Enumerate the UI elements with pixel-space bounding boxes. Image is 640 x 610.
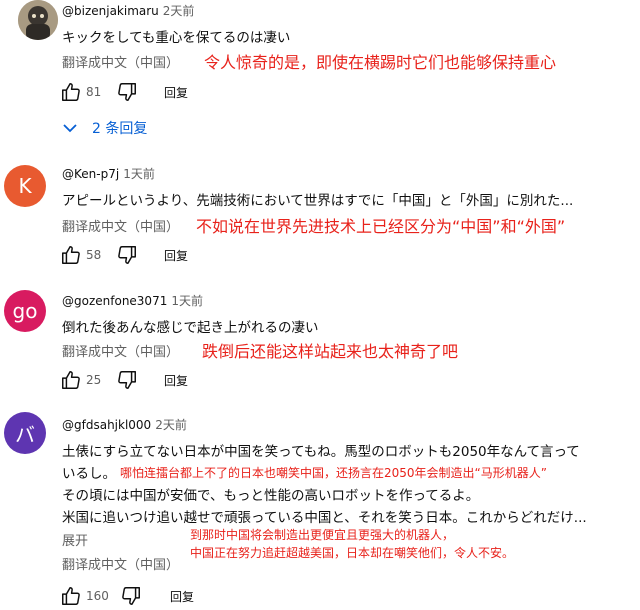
thumbs-up-icon: [62, 83, 80, 101]
like-count: 160: [86, 589, 109, 603]
author-handle[interactable]: @gozenfone3071: [62, 294, 167, 308]
thumbs-down-icon: [118, 246, 136, 264]
translation-annotation-line-1: 到那时中国将会制造出更便宜且更强大的机器人，: [190, 528, 455, 542]
comment-text-line-2: いるし。: [62, 466, 116, 482]
comment-text: 倒れた後あんな感じで起き上がれるの凄い: [62, 320, 319, 336]
reply-button[interactable]: 回复: [164, 247, 188, 264]
translation-annotation-inline: 哪怕连擂台都上不了的日本也嘲笑中国，还扬言在2050年会制造出“马形机器人”: [120, 466, 547, 480]
like-count: 25: [86, 373, 102, 387]
translate-button[interactable]: 翻译成中文（中国）: [62, 52, 179, 71]
comment-text: アピールというより、先端技術において世界はすでに「中国」と「外国」に別れた...: [62, 193, 574, 209]
avatar-image: [18, 0, 58, 40]
comment-actions: 160 回复: [58, 584, 358, 608]
replies-label: 2 条回复: [92, 121, 148, 137]
comment-time[interactable]: 1天前: [171, 294, 203, 308]
thumbs-up-icon: [62, 246, 80, 264]
chevron-down-icon: [63, 124, 77, 133]
avatar[interactable]: バ: [4, 412, 46, 454]
comment-time[interactable]: 1天前: [123, 167, 155, 181]
dislike-button[interactable]: [114, 80, 140, 104]
comment-time[interactable]: 2天前: [155, 418, 187, 432]
like-button[interactable]: [58, 584, 84, 608]
comment-text-line-4: 米国に追いつけ追い越せで頑張っている中国と、それを笑う日本。これからどれだけ..…: [62, 510, 587, 526]
dislike-button[interactable]: [114, 243, 140, 267]
comment-author: @Ken-p7j 1天前: [62, 165, 155, 182]
translate-button[interactable]: 翻译成中文（中国）: [62, 341, 179, 360]
comment-author: @bizenjakimaru 2天前: [62, 2, 194, 19]
like-button[interactable]: [58, 80, 84, 104]
thumbs-down-icon: [122, 587, 140, 605]
translation-annotation: 令人惊奇的是，即使在横踢时它们也能够保持重心: [204, 53, 557, 72]
comment-text: キックをしても重心を保てるのは凄い: [62, 30, 291, 46]
view-replies-button[interactable]: 2 条回复: [62, 118, 147, 138]
translation-annotation: 跌倒后还能这样站起来也太神奇了吧: [202, 342, 459, 361]
translate-button[interactable]: 翻译成中文（中国）: [62, 216, 179, 235]
comment-actions: 58 回复: [58, 243, 358, 267]
avatar[interactable]: go: [4, 290, 46, 332]
comment-actions: 25 回复: [58, 368, 358, 392]
like-count: 58: [86, 248, 102, 262]
translation-annotation-line-2: 中国正在努力追赶超越美国，日本却在嘲笑他们，令人不安。: [190, 546, 515, 560]
translation-annotation: 不如说在世界先进技术上已经区分为“中国”和“外国”: [196, 217, 566, 236]
like-button[interactable]: [58, 243, 84, 267]
comment-text-line-1: 土俵にすら立てない日本が中国を笑ってもね。馬型のロボットも2050年なんて言って: [62, 444, 580, 460]
thumbs-up-icon: [62, 371, 80, 389]
author-handle[interactable]: @Ken-p7j: [62, 167, 119, 181]
thumbs-down-icon: [118, 83, 136, 101]
translate-button[interactable]: 翻译成中文（中国）: [62, 554, 179, 573]
author-handle[interactable]: @gfdsahjkl000: [62, 418, 151, 432]
comment-author: @gfdsahjkl000 2天前: [62, 416, 187, 433]
avatar-letter: go: [12, 299, 38, 323]
comment-time[interactable]: 2天前: [163, 4, 195, 18]
reply-button[interactable]: 回复: [170, 588, 194, 605]
thumbs-down-icon: [118, 371, 136, 389]
author-handle[interactable]: @bizenjakimaru: [62, 4, 159, 18]
comment-author: @gozenfone3071 1天前: [62, 292, 203, 309]
comment-actions: 81 回复: [58, 80, 358, 104]
avatar[interactable]: K: [4, 165, 46, 207]
dislike-button[interactable]: [118, 584, 144, 608]
like-button[interactable]: [58, 368, 84, 392]
like-count: 81: [86, 85, 102, 99]
avatar-letter: K: [18, 174, 32, 198]
thumbs-up-icon: [62, 587, 80, 605]
comment-text-line-3: その頃には中国が安価で、もっと性能の高いロボットを作ってるよ。: [62, 488, 480, 504]
reply-button[interactable]: 回复: [164, 372, 188, 389]
avatar-letter: バ: [15, 422, 35, 447]
avatar[interactable]: [18, 0, 58, 40]
dislike-button[interactable]: [114, 368, 140, 392]
reply-button[interactable]: 回复: [164, 84, 188, 101]
expand-button[interactable]: 展开: [62, 530, 88, 549]
